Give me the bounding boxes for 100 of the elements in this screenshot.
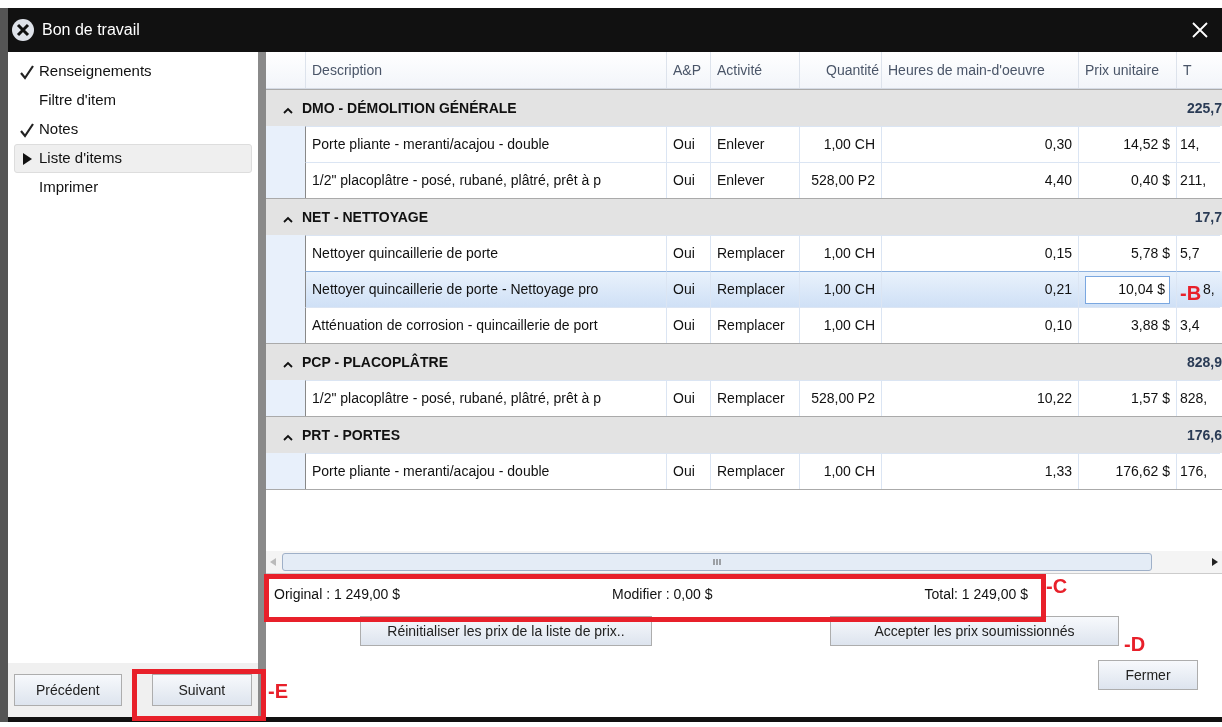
collapse-icon[interactable] bbox=[283, 360, 293, 368]
column-header[interactable]: Description bbox=[305, 52, 666, 88]
table-cell-text: Oui bbox=[673, 135, 695, 154]
group-total: 17,7 bbox=[1194, 207, 1222, 227]
table-cell-text: 1,00 CH bbox=[823, 316, 875, 335]
check-icon bbox=[19, 63, 35, 80]
table-cell-text: Remplacer bbox=[717, 316, 785, 335]
sidebar-item[interactable]: Renseignements bbox=[14, 57, 252, 86]
sidebar-item[interactable]: Imprimer bbox=[14, 173, 252, 202]
table-cell-text: 14, bbox=[1180, 135, 1200, 154]
group-row[interactable]: PRT - PORTES 176,6 bbox=[266, 416, 1222, 453]
table-cell-text: Nettoyer quincaillerie de porte bbox=[312, 244, 498, 263]
annotation-label: -D bbox=[1124, 632, 1146, 657]
table-cell-text: 0,15 bbox=[1044, 244, 1072, 263]
table-cell-text: 828, bbox=[1180, 389, 1208, 408]
scroll-right-icon[interactable] bbox=[1212, 558, 1218, 566]
table-cell-text: Oui bbox=[673, 316, 695, 335]
row-header[interactable] bbox=[266, 235, 305, 271]
next-button[interactable]: Suivant bbox=[151, 674, 252, 706]
column-header[interactable]: T bbox=[1176, 52, 1220, 88]
column-header[interactable]: Activité bbox=[710, 52, 799, 88]
table-cell-text: 14,52 $ bbox=[1123, 135, 1170, 154]
row-header[interactable] bbox=[266, 380, 305, 416]
table-cell-text: Oui bbox=[673, 244, 695, 263]
row-header[interactable] bbox=[266, 126, 305, 162]
group-label: NET - NETTOYAGE bbox=[302, 207, 429, 227]
table-cell-text: Oui bbox=[673, 389, 695, 408]
group-label: PCP - PLACOPLÂTRE bbox=[302, 352, 448, 372]
table-cell-text: 0,30 bbox=[1044, 135, 1072, 154]
modifier-total: Modifier : 0,00 $ bbox=[612, 584, 713, 604]
check-icon bbox=[19, 121, 35, 138]
table-cell-text: 4,40 bbox=[1044, 171, 1072, 190]
annotation-label: -C bbox=[1046, 574, 1068, 599]
collapse-icon[interactable] bbox=[283, 433, 293, 441]
group-row[interactable]: PCP - PLACOPLÂTRE 828,9 bbox=[266, 343, 1222, 380]
grip-icon bbox=[713, 559, 721, 565]
sidebar-item[interactable]: Filtre d'item bbox=[14, 86, 252, 115]
table-row[interactable]: Atténuation de corrosion - quincaillerie de port Oui Remplacer 1,00 CH 0,10 3,88 $ 3,4 bbox=[266, 307, 1222, 343]
row-header[interactable] bbox=[266, 453, 305, 489]
splitter[interactable] bbox=[258, 52, 266, 717]
annotation-label: -E bbox=[268, 679, 288, 704]
row-header[interactable] bbox=[266, 307, 305, 343]
column-header[interactable]: Heures de main-d'oeuvre bbox=[881, 52, 1078, 88]
table-cell-text: Remplacer bbox=[717, 462, 785, 481]
table-cell-text: 528,00 P2 bbox=[811, 389, 875, 408]
row-header[interactable] bbox=[266, 162, 305, 198]
table-cell-text: 0,10 bbox=[1044, 316, 1072, 335]
table-cell-text: 0,40 $ bbox=[1131, 171, 1170, 190]
close-button[interactable]: Fermer bbox=[1098, 660, 1198, 690]
table-cell-text: Porte pliante - meranti/acajou - double bbox=[312, 135, 550, 154]
group-row[interactable]: NET - NETTOYAGE 17,7 bbox=[266, 198, 1222, 235]
sidebar-item[interactable]: Liste d'items bbox=[14, 144, 252, 173]
table-cell-text: 8, bbox=[1203, 280, 1215, 299]
table-row[interactable]: 1/2" placoplâtre - posé, rubané, plâtré, prêt à p Oui Remplacer 528,00 P2 10,22 1,57 $ 828, bbox=[266, 380, 1222, 416]
group-row[interactable]: DMO - DÉMOLITION GÉNÉRALE 225,7 bbox=[266, 89, 1222, 126]
table-cell-text: Remplacer bbox=[717, 280, 785, 299]
collapse-icon[interactable] bbox=[283, 106, 293, 114]
table-cell-text: Porte pliante - meranti/acajou - double bbox=[312, 462, 550, 481]
group-total: 225,7 bbox=[1186, 98, 1222, 118]
table-cell-text: Enlever bbox=[717, 171, 765, 190]
table-cell-text: 1,33 bbox=[1044, 462, 1072, 481]
collapse-icon[interactable] bbox=[283, 215, 293, 223]
table-cell-text: 1/2" placoplâtre - posé, rubané, plâtré, prêt à p bbox=[312, 389, 602, 408]
accept-prices-button[interactable]: Accepter les prix soumissionnés bbox=[830, 616, 1119, 646]
table-cell-text: 5,7 bbox=[1180, 244, 1200, 263]
table-cell-text: 1,00 CH bbox=[823, 244, 875, 263]
group-total: 176,6 bbox=[1186, 425, 1222, 445]
table-cell-text: 5,78 $ bbox=[1131, 244, 1170, 263]
table-cell-text: Oui bbox=[673, 171, 695, 190]
group-label: PRT - PORTES bbox=[302, 425, 400, 445]
table-row[interactable]: Porte pliante - meranti/acajou - double Oui Remplacer 1,00 CH 1,33 176,62 $ 176, bbox=[266, 453, 1222, 489]
column-header[interactable]: Quantité bbox=[799, 52, 881, 88]
price-input-field[interactable]: 10,04 $ bbox=[1085, 275, 1170, 304]
table-row[interactable]: Porte pliante - meranti/acajou - double Oui Enlever 1,00 CH 0,30 14,52 $ 14, bbox=[266, 126, 1222, 162]
table-cell-text: 176, bbox=[1180, 462, 1208, 481]
previous-button[interactable]: Précédent bbox=[14, 674, 122, 706]
table-cell-text: Remplacer bbox=[717, 244, 785, 263]
table-cell-text: 1/2" placoplâtre - posé, rubané, plâtré, prêt à p bbox=[312, 171, 602, 190]
group-label: DMO - DÉMOLITION GÉNÉRALE bbox=[302, 98, 517, 118]
scroll-left-icon[interactable] bbox=[270, 558, 276, 566]
column-header[interactable]: A&P bbox=[666, 52, 710, 88]
table-row[interactable]: 1/2" placoplâtre - posé, rubané, plâtré, prêt à p Oui Enlever 528,00 P2 4,40 0,40 $ 211, bbox=[266, 162, 1222, 198]
table-cell-text: 211, bbox=[1180, 171, 1207, 190]
column-header[interactable]: Prix unitaire bbox=[1078, 52, 1176, 88]
table-cell-text: Enlever bbox=[717, 135, 765, 154]
sidebar-item[interactable]: Notes bbox=[14, 115, 252, 144]
table-row[interactable]: Nettoyer quincaillerie de porte Oui Remplacer 1,00 CH 0,15 5,78 $ 5,7 bbox=[266, 235, 1222, 271]
table-cell-text: Oui bbox=[673, 280, 695, 299]
table-cell-text: 0,21 bbox=[1044, 280, 1072, 299]
table-cell-text: Remplacer bbox=[717, 389, 785, 408]
table-cell-text: 1,00 CH bbox=[823, 135, 875, 154]
app-logo-icon bbox=[12, 19, 34, 41]
close-icon[interactable] bbox=[1192, 22, 1208, 38]
table-cell-text: 3,4 bbox=[1180, 316, 1200, 335]
table-cell-text: 3,88 $ bbox=[1131, 316, 1170, 335]
horizontal-scrollbar[interactable] bbox=[266, 551, 1222, 573]
table-cell-text: 1,57 $ bbox=[1131, 389, 1170, 408]
scrollbar-thumb[interactable] bbox=[282, 553, 1152, 571]
table-cell-text: 1,00 CH bbox=[823, 280, 875, 299]
table-cell-text: 176,62 $ bbox=[1115, 462, 1170, 481]
